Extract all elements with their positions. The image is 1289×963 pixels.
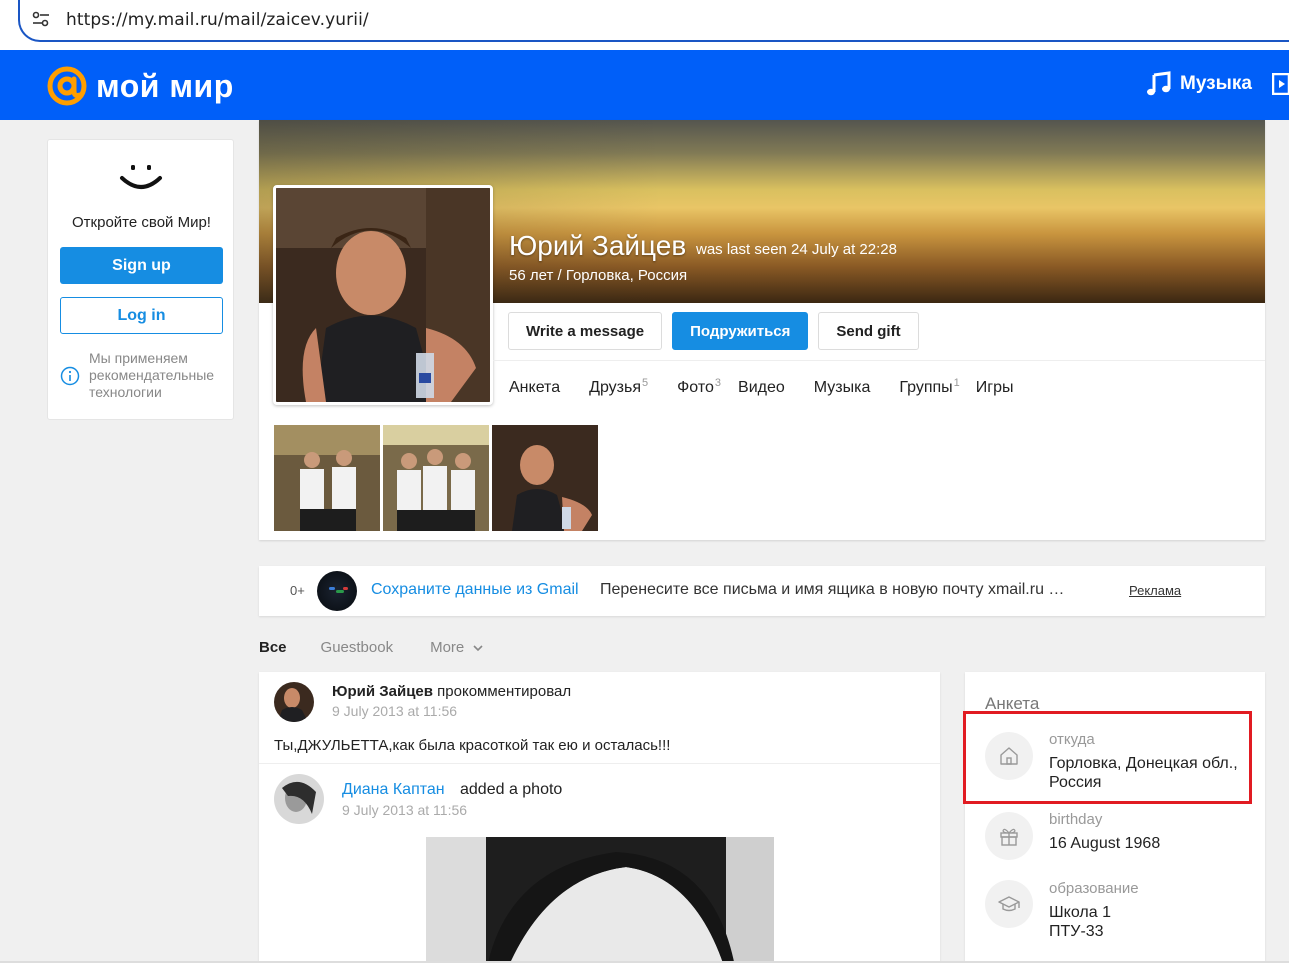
- photo-count: 3: [714, 377, 722, 389]
- gift-icon: [985, 812, 1033, 860]
- ad-title-link[interactable]: Сохраните данные из Gmail: [371, 581, 579, 599]
- ad-label-link[interactable]: Реклама: [1129, 583, 1181, 598]
- photo-thumb[interactable]: [383, 425, 489, 531]
- ad-banner[interactable]: 0+ Сохраните данные из Gmail Перенесите …: [259, 566, 1265, 616]
- post-date[interactable]: 9 July 2013 at 11:56: [332, 703, 457, 719]
- open-world-text: Откройте свой Мир!: [72, 214, 211, 231]
- browser-toolbar: https://my.mail.ru/mail/zaicev.yurii/: [0, 0, 1289, 50]
- info-icon[interactable]: [60, 366, 80, 386]
- post-text: Ты,ДЖУЛЬЕТТА,как была красоткой так ею и…: [274, 737, 671, 754]
- music-label: Музыка: [1180, 73, 1252, 94]
- tab-more[interactable]: More: [430, 639, 484, 656]
- ad-logo-icon: [317, 571, 357, 611]
- login-button[interactable]: Log in: [60, 297, 223, 334]
- profile-avatar[interactable]: [273, 185, 493, 405]
- highlight-box: [963, 711, 1252, 804]
- photo-thumb[interactable]: [274, 425, 380, 531]
- nav-music[interactable]: Музыка: [814, 379, 871, 397]
- profile-actions: Write a message Подружиться Send gift: [508, 312, 919, 350]
- signup-button[interactable]: Sign up: [60, 247, 223, 284]
- feed-card: Юрий Зайцев прокомментировал 9 July 2013…: [259, 672, 940, 963]
- music-note-icon: [1147, 71, 1171, 96]
- nav-friends[interactable]: Друзья 5: [589, 377, 649, 397]
- post-action: прокомментировал: [437, 683, 572, 700]
- signup-card: Откройте свой Мир! Sign up Log in Мы при…: [47, 139, 234, 420]
- chevron-down-icon: [473, 644, 483, 651]
- profile-nav: Анкета Друзья 5 Фото 3 Видео Музыка Группы…: [509, 377, 1043, 397]
- post-action: added a photo: [460, 781, 563, 798]
- photo-thumbnails: [274, 425, 598, 531]
- nav-groups[interactable]: Группы 1: [899, 377, 960, 397]
- education-value: Школа 1 ПТУ-33: [1049, 904, 1111, 940]
- groups-count: 1: [953, 377, 960, 389]
- feed-tabs: Все Guestbook More: [259, 639, 521, 656]
- post-header: Юрий Зайцев прокомментировал: [332, 683, 571, 700]
- friends-count: 5: [642, 377, 649, 389]
- photo-thumb[interactable]: [492, 425, 598, 531]
- avatar[interactable]: [274, 774, 324, 824]
- ad-age-rating: 0+: [290, 583, 305, 598]
- birthday-value: 16 August 1968: [1049, 835, 1161, 852]
- logo-text: мой мир: [96, 67, 234, 104]
- profile-card: Юрий Зайцев was last seen 24 July at 22:…: [259, 120, 1265, 540]
- tab-guestbook[interactable]: Guestbook: [321, 639, 394, 656]
- send-gift-button[interactable]: Send gift: [818, 312, 919, 350]
- nav-video[interactable]: Видео: [738, 379, 785, 397]
- post-author-name[interactable]: Диана Каптан: [342, 781, 445, 799]
- post-author-name[interactable]: Юрий Зайцев: [332, 683, 433, 700]
- video-icon[interactable]: [1272, 73, 1289, 95]
- nav-photo[interactable]: Фото 3: [677, 377, 722, 397]
- url-text[interactable]: https://my.mail.ru/mail/zaicev.yurii/: [66, 10, 369, 30]
- befriend-button[interactable]: Подружиться: [672, 312, 809, 350]
- write-message-button[interactable]: Write a message: [508, 312, 663, 350]
- site-settings-icon[interactable]: [32, 11, 50, 27]
- nav-anketa[interactable]: Анкета: [509, 379, 560, 397]
- header-music-link[interactable]: Музыка: [1146, 71, 1252, 97]
- at-logo-icon: [47, 66, 87, 106]
- smile-icon: [120, 165, 162, 189]
- site-logo[interactable]: мой мир: [46, 65, 234, 107]
- last-seen: was last seen 24 July at 22:28: [696, 241, 897, 258]
- profile-subinfo: 56 лет / Горловка, Россия: [509, 267, 688, 284]
- nav-games[interactable]: Игры: [976, 379, 1014, 397]
- profile-name: Юрий Зайцев: [509, 230, 687, 261]
- post-photo[interactable]: [426, 837, 774, 963]
- birthday-label: birthday: [1049, 811, 1103, 828]
- post-date[interactable]: 9 July 2013 at 11:56: [342, 802, 467, 818]
- tab-all[interactable]: Все: [259, 639, 287, 656]
- site-header: мой мир Музыка: [0, 50, 1289, 120]
- graduation-cap-icon: [985, 880, 1033, 928]
- avatar[interactable]: [274, 682, 314, 722]
- address-bar[interactable]: https://my.mail.ru/mail/zaicev.yurii/: [18, 0, 1289, 42]
- avatar-photo: [276, 188, 490, 402]
- ad-description[interactable]: Перенесите все письма и имя ящика в нову…: [600, 581, 1080, 599]
- recommendation-notice: Мы применяем рекомендательные технологии: [89, 350, 215, 400]
- education-label: образование: [1049, 880, 1139, 897]
